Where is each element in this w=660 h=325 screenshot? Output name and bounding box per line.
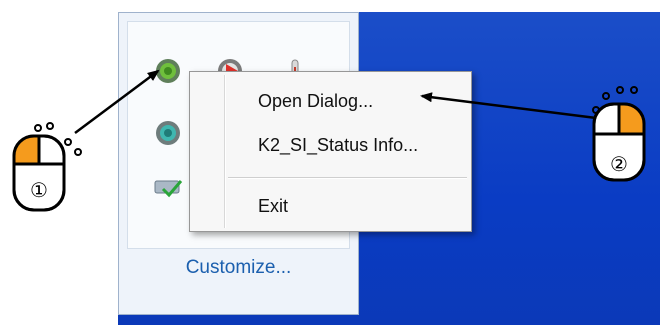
step-1-label: ①	[30, 180, 48, 202]
step-2-label: ②	[610, 154, 628, 176]
left-click-mouse-icon: ①	[8, 112, 88, 222]
right-click-mouse-icon: ②	[580, 80, 660, 195]
annotation-arrows	[74, 69, 613, 135]
